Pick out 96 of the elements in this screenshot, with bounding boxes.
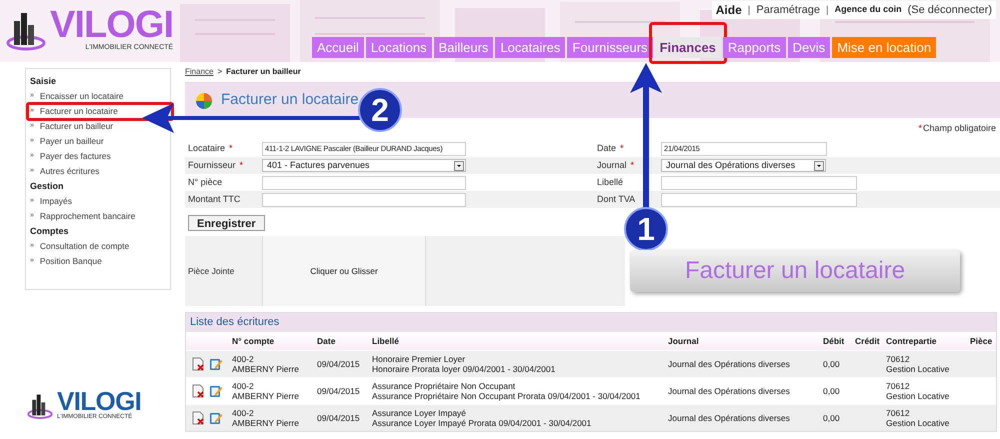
input-field[interactable] (262, 192, 466, 206)
field-label: Pièce Jointe (188, 264, 236, 278)
field-label: Montant TTC (188, 192, 240, 206)
debit-cell-text: 0,00 (823, 413, 841, 423)
sidebar-link[interactable]: Facturer un locataire (40, 105, 118, 118)
journal-cell-text: Journal des Opérations diverses (668, 413, 791, 423)
delete-icon[interactable] (192, 384, 205, 398)
required-mark: * (630, 158, 634, 172)
account-name: AMBERNY Pierre (232, 364, 300, 374)
dropdown-icon (814, 160, 824, 170)
date-cell-text: 09/04/2015 (317, 386, 361, 396)
sidebar-link[interactable]: Rapprochement bancaire (40, 210, 136, 223)
field-label: Locataire (188, 142, 226, 155)
header-link[interactable]: Paramétrage (756, 2, 820, 18)
field-label: N° pièce (188, 176, 222, 189)
entry-detail: Assurance Loyer Impayé Prorata 09/04/2001 - 30/04/2001 (372, 418, 592, 428)
journal-cell-text: Journal des Opérations diverses (668, 359, 791, 369)
counterpart-account: 70612 (886, 381, 911, 391)
required-note: Champ obligatoire (922, 122, 996, 136)
edit-icon[interactable] (209, 411, 223, 425)
section-title: Gestion (30, 180, 65, 193)
counterpart-name: Gestion Locative (886, 391, 950, 401)
sidebar-link[interactable]: Encaisser un locataire (40, 90, 124, 103)
input-field[interactable] (661, 192, 857, 206)
column-header: Libellé (372, 334, 400, 348)
column-header: Journal (668, 334, 700, 348)
counterpart-account: 70612 (886, 408, 911, 418)
entry-label: Assurance Propriétaire Non Occupant (372, 381, 516, 391)
sidebar-link[interactable]: Position Banque (40, 255, 102, 268)
entry-label: Honoraire Premier Loyer (372, 354, 466, 364)
date-cell-text: 09/04/2015 (317, 413, 361, 423)
counterpart-account: 70612 (886, 354, 911, 364)
select-field[interactable]: 401 - Factures parvenues (262, 159, 466, 172)
field-label: Dont TVA (597, 192, 636, 206)
header-link[interactable]: Agence du coin (834, 3, 902, 17)
drop-zone[interactable]: Cliquer ou Glisser (262, 236, 426, 306)
account-number: 400-2 (232, 354, 255, 364)
link-separator: | (826, 4, 829, 18)
field-label: Journal (597, 158, 627, 172)
account-number: 400-2 (232, 381, 255, 391)
column-header: Débit (823, 334, 846, 348)
link-separator: | (748, 4, 750, 18)
edit-icon[interactable] (209, 357, 223, 371)
entry-detail: Assurance Propriétaire Non Occupant Prorata 09/04/2001 - 30/04/2001 (372, 391, 642, 401)
breadcrumb-current: Facturer un bailleur (226, 66, 301, 78)
dropdown-icon (454, 160, 464, 170)
sidebar-link[interactable]: Autres écritures (40, 165, 100, 178)
required-mark: * (620, 142, 624, 155)
entry-label: Assurance Loyer Impayé (372, 408, 468, 418)
field-label: Date (597, 142, 616, 155)
column-header: Contrepartie (886, 334, 938, 348)
breadcrumb-link[interactable]: Finance (185, 66, 214, 78)
callout-label: Facturer un locataire (630, 250, 960, 292)
counterpart-name: Gestion Locative (886, 418, 950, 428)
sidebar-link[interactable]: Facturer un bailleur (40, 120, 114, 133)
header-link[interactable]: Aide (716, 1, 742, 19)
column-header: Date (317, 334, 336, 348)
nav-tab[interactable]: Finances (654, 37, 721, 58)
counterpart-name: Gestion Locative (886, 364, 950, 374)
chart-icon (195, 92, 213, 110)
input-field[interactable] (262, 176, 466, 190)
header-link[interactable]: (Se déconnecter) (908, 2, 992, 18)
section-title: Comptes (30, 225, 70, 238)
sidebar-link[interactable]: Payer un bailleur (40, 135, 104, 148)
logo-name: VILOGI (57, 388, 142, 414)
logo-name: VILOGI (50, 6, 174, 44)
field-label: Libellé (597, 176, 624, 189)
account-name: AMBERNY Pierre (232, 391, 300, 401)
section-title: Saisie (30, 75, 58, 88)
journal-cell-text: Journal des Opérations diverses (668, 386, 791, 396)
debit-cell-text: 0,00 (823, 359, 841, 369)
delete-icon[interactable] (192, 357, 205, 371)
input-field[interactable] (661, 176, 857, 190)
sidebar-link[interactable]: Consultation de compte (40, 240, 130, 253)
entry-detail: Honoraire Prorata loyer 09/04/2001 - 30/04/2001 (372, 364, 556, 374)
step-badge: 1 (624, 207, 668, 251)
sidebar-link[interactable]: Impayés (40, 195, 72, 208)
field-label: Fournisseur (188, 158, 236, 172)
sidebar-link[interactable]: Payer des factures (40, 150, 111, 163)
section-title: Liste des écritures (190, 315, 280, 330)
edit-icon[interactable] (209, 384, 223, 398)
page-title: Facturer un locataire (221, 90, 359, 110)
column-header: Crédit (855, 334, 881, 348)
breadcrumb-separator: > (217, 66, 222, 78)
debit-cell-text: 0,00 (823, 386, 841, 396)
date-cell-text: 09/04/2015 (317, 359, 361, 369)
required-mark: * (229, 142, 233, 155)
save-button[interactable]: Enregistrer (188, 215, 265, 231)
account-name: AMBERNY Pierre (232, 418, 300, 428)
required-mark: * (240, 158, 244, 172)
delete-icon[interactable] (192, 411, 205, 425)
select-field[interactable]: Journal des Opérations diverses (661, 159, 826, 172)
column-header: N° compte (232, 334, 276, 348)
column-header: Pièce (970, 334, 994, 348)
account-number: 400-2 (232, 408, 255, 418)
required-mark: * (918, 122, 922, 136)
